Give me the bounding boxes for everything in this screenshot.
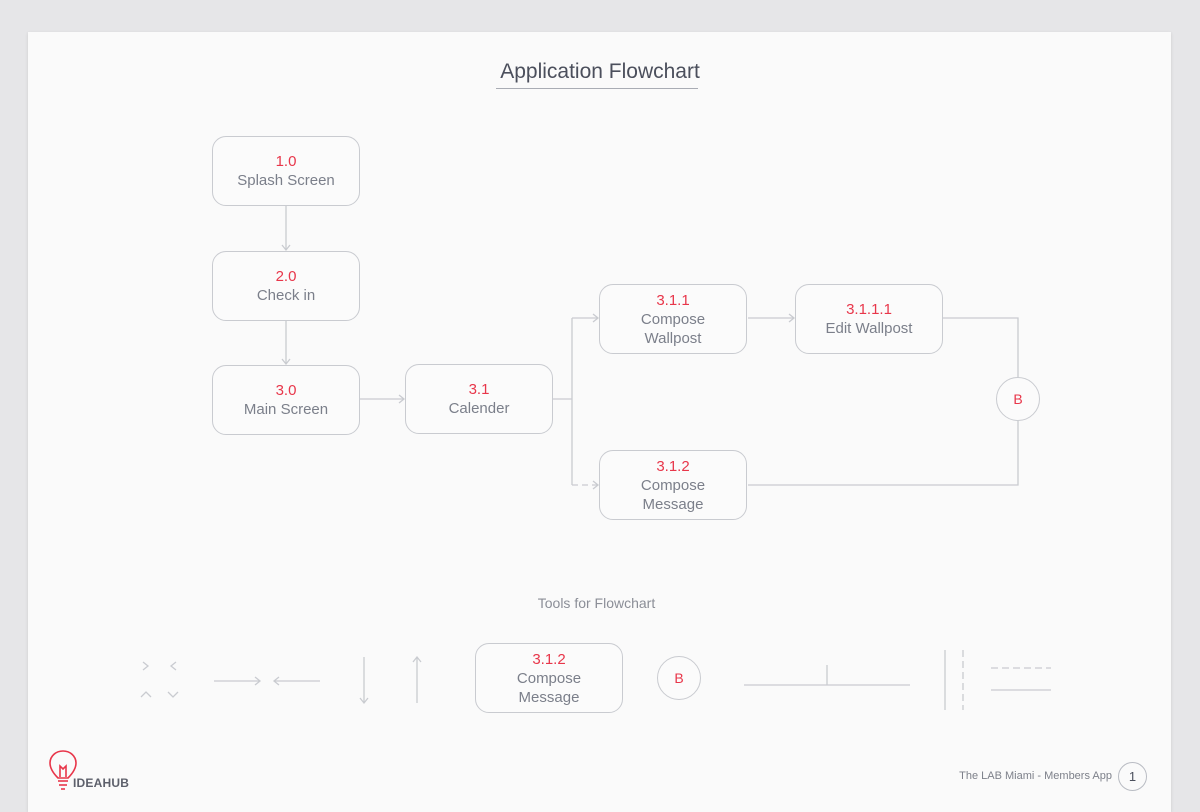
- node-label: Compose Wallpost: [640, 310, 706, 347]
- chevron-up-icon: [140, 691, 152, 698]
- node-compose-message: 3.1.2 Compose Message: [599, 450, 747, 520]
- node-label: Compose Message: [640, 476, 706, 513]
- node-label: Compose Message: [516, 669, 582, 706]
- node-number: 3.1.1: [656, 291, 690, 309]
- node-label: Edit Wallpost: [825, 320, 913, 337]
- chevron-down-icon: [167, 691, 179, 698]
- node-number: 1.0: [275, 153, 297, 170]
- brand-logo-text: IDEAHUB: [73, 776, 130, 790]
- node-number: 3.0: [275, 382, 297, 399]
- tool-sample-connector: B: [657, 656, 701, 700]
- edge-edit-connector: [943, 317, 1019, 377]
- node-number: 3.1.2: [656, 457, 690, 475]
- node-label: Main Screen: [243, 401, 329, 418]
- node-label: Calender: [448, 400, 510, 417]
- page-number: 1: [1118, 762, 1147, 791]
- tools-title: Tools for Flowchart: [537, 595, 656, 611]
- node-label: Check in: [256, 287, 316, 304]
- node-splash-screen: 1.0 Splash Screen: [212, 136, 360, 206]
- node-number: 2.0: [275, 268, 297, 285]
- chevron-left-icon: [169, 661, 177, 671]
- node-number: 3.1.1.1: [846, 301, 892, 318]
- node-number: 3.1.2: [532, 650, 566, 668]
- node-number: 3.1: [468, 381, 490, 398]
- node-calender: 3.1 Calender: [405, 364, 553, 434]
- edge-message-connector: [748, 421, 1019, 486]
- node-main-screen: 3.0 Main Screen: [212, 365, 360, 435]
- node-label: Splash Screen: [237, 172, 335, 189]
- off-page-connector-b: B: [996, 377, 1040, 421]
- node-compose-wallpost: 3.1.1 Compose Wallpost: [599, 284, 747, 354]
- footer-app-text: The LAB Miami - Members App: [959, 770, 1112, 782]
- node-edit-wallpost: 3.1.1.1 Edit Wallpost: [795, 284, 943, 354]
- node-check-in: 2.0 Check in: [212, 251, 360, 321]
- tool-sample-node: 3.1.2 Compose Message: [475, 643, 623, 713]
- chevron-right-icon: [142, 661, 150, 671]
